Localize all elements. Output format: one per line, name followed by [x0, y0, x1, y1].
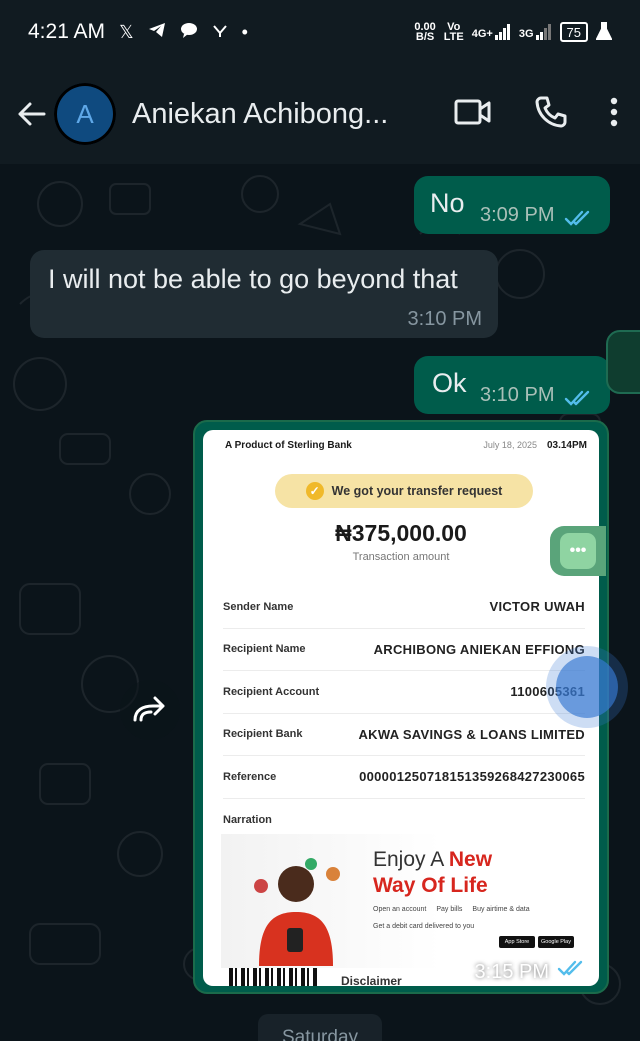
- double-check-read-icon: [564, 204, 594, 235]
- status-banner: ✓ We got your transfer request: [275, 474, 533, 508]
- message-bubble-outgoing[interactable]: Ok 3:10 PM: [414, 356, 610, 414]
- back-arrow-icon[interactable]: [16, 97, 50, 131]
- floating-bubble-handle[interactable]: [606, 330, 640, 394]
- net-speed: 0.00 B/S: [414, 21, 436, 43]
- app-store-badge: App Store: [499, 936, 535, 948]
- check-icon: ✓: [305, 482, 324, 500]
- message-bubble-outgoing[interactable]: No 3:09 PM: [414, 176, 610, 234]
- message-text: No: [430, 188, 465, 218]
- floating-more-button[interactable]: •••: [550, 526, 606, 576]
- transaction-amount-label: Transaction amount: [352, 551, 450, 563]
- volte-indicator: Vo LTE: [443, 21, 464, 43]
- receipt-row: Recipient Name ARCHIBONG ANIEKAN EFFIONG: [223, 629, 585, 671]
- image-message-bubble[interactable]: A Product of Sterling Bank July 18, 2025…: [193, 420, 609, 994]
- app-notification-icon: [212, 22, 228, 43]
- status-time: 4:21 AM: [28, 20, 106, 43]
- disclaimer-label: Disclaimer: [341, 974, 402, 986]
- contact-name[interactable]: Aniekan Achibong...: [132, 98, 402, 131]
- video-call-icon[interactable]: [454, 97, 492, 132]
- double-check-read-icon: [564, 384, 594, 415]
- x-app-icon: 𝕏: [119, 21, 134, 42]
- chat-notification-icon: [180, 22, 198, 43]
- telegram-icon: [148, 22, 166, 43]
- avatar[interactable]: A: [54, 83, 116, 145]
- touch-indicator: [556, 656, 618, 718]
- more-options-icon[interactable]: [610, 97, 618, 132]
- flask-icon: [595, 21, 613, 43]
- person-with-phone-illustration: [254, 858, 340, 966]
- message-text: I will not be able to go beyond that: [48, 264, 458, 294]
- receipt-row: Recipient Account 1100605361: [223, 671, 585, 714]
- double-check-read-icon: [557, 960, 587, 984]
- signal-4g-icon: 4G+: [472, 24, 511, 40]
- message-time: 3:15 PM: [474, 960, 549, 983]
- message-time: 3:10 PM: [407, 308, 482, 330]
- voice-call-icon[interactable]: [534, 95, 568, 134]
- signal-3g-icon: 3G: [519, 24, 552, 40]
- receipt-date: July 18, 2025: [483, 440, 537, 450]
- receipt-brand: A Product of Sterling Bank: [225, 440, 352, 451]
- receipt-row: Recipient Bank AKWA SAVINGS & LOANS LIMI…: [223, 714, 585, 756]
- google-play-badge: Google Play: [538, 936, 574, 948]
- promo-headline: Enjoy A New: [373, 848, 493, 871]
- receipt-row: Reference 000001250718151359268427230065: [223, 756, 585, 799]
- status-bar: 4:21 AM 𝕏 • 0.00 B/S Vo LTE 4G+ 3G 75: [0, 0, 640, 64]
- message-time: 3:10 PM: [480, 384, 555, 406]
- status-text: We got your transfer request: [331, 484, 503, 498]
- receipt-row: Sender Name VICTOR UWAH: [223, 586, 585, 629]
- promo-subheadline: Way Of Life: [373, 874, 488, 897]
- promo-bullets: Open an account Pay bills Buy airtime & …: [373, 906, 530, 930]
- transfer-receipt-image[interactable]: A Product of Sterling Bank July 18, 2025…: [203, 430, 599, 986]
- day-separator: Saturday: [258, 1014, 382, 1041]
- chat-header: A Aniekan Achibong...: [0, 64, 640, 164]
- forward-button[interactable]: [120, 680, 180, 740]
- qr-code-icon: [229, 968, 317, 986]
- battery-icon: 75: [559, 22, 588, 42]
- more-notifications-dot: •: [241, 21, 248, 42]
- receipt-clock: 03.14PM: [546, 440, 587, 451]
- promo-banner: Enjoy A New Way Of Life Open an account …: [221, 834, 587, 968]
- ellipsis-icon: •••: [560, 533, 596, 569]
- chat-area[interactable]: No 3:09 PM I will not be able to go beyo…: [0, 164, 640, 1041]
- forward-icon: [133, 696, 165, 722]
- message-text: Ok: [432, 368, 467, 398]
- message-time: 3:09 PM: [480, 204, 555, 226]
- message-bubble-incoming[interactable]: I will not be able to go beyond that 3:1…: [30, 250, 498, 338]
- transaction-amount: ₦375,000.00: [335, 520, 467, 546]
- receipt-details: Sender Name VICTOR UWAH Recipient Name A…: [223, 586, 585, 841]
